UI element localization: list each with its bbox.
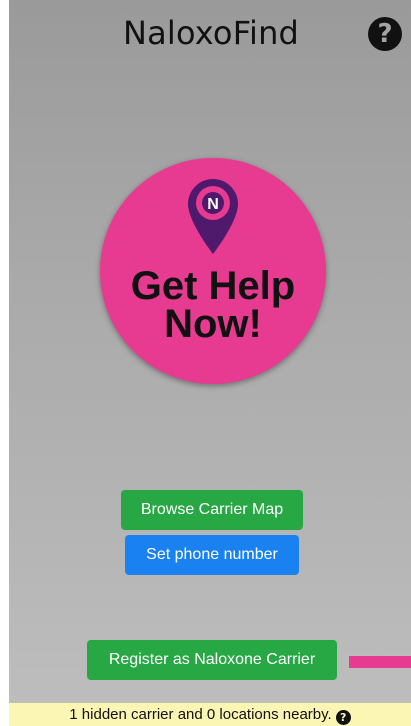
status-bar: 1 hidden carrier and 0 locations nearby.… bbox=[9, 703, 411, 726]
now-label: Now! bbox=[164, 302, 262, 346]
register-carrier-button[interactable]: Register as Naloxone Carrier bbox=[87, 640, 337, 680]
set-phone-number-button[interactable]: Set phone number bbox=[125, 535, 299, 575]
question-circle-icon[interactable]: ? bbox=[335, 710, 351, 725]
app-screen: NaloxoFind ? N Get Help Now! Browse Carr… bbox=[9, 0, 411, 703]
question-circle-icon[interactable]: ? bbox=[368, 17, 402, 51]
get-help-now-button[interactable]: N Get Help Now! bbox=[100, 158, 326, 384]
accent-bar bbox=[349, 656, 411, 668]
browse-carrier-map-button[interactable]: Browse Carrier Map bbox=[121, 490, 303, 530]
app-title: NaloxoFind bbox=[122, 14, 300, 52]
get-help-label: Get Help bbox=[130, 264, 296, 308]
status-text: 1 hidden carrier and 0 locations nearby. bbox=[69, 706, 332, 723]
naloxone-pin-icon: N bbox=[188, 179, 238, 254]
logo-letter: N bbox=[207, 196, 219, 213]
